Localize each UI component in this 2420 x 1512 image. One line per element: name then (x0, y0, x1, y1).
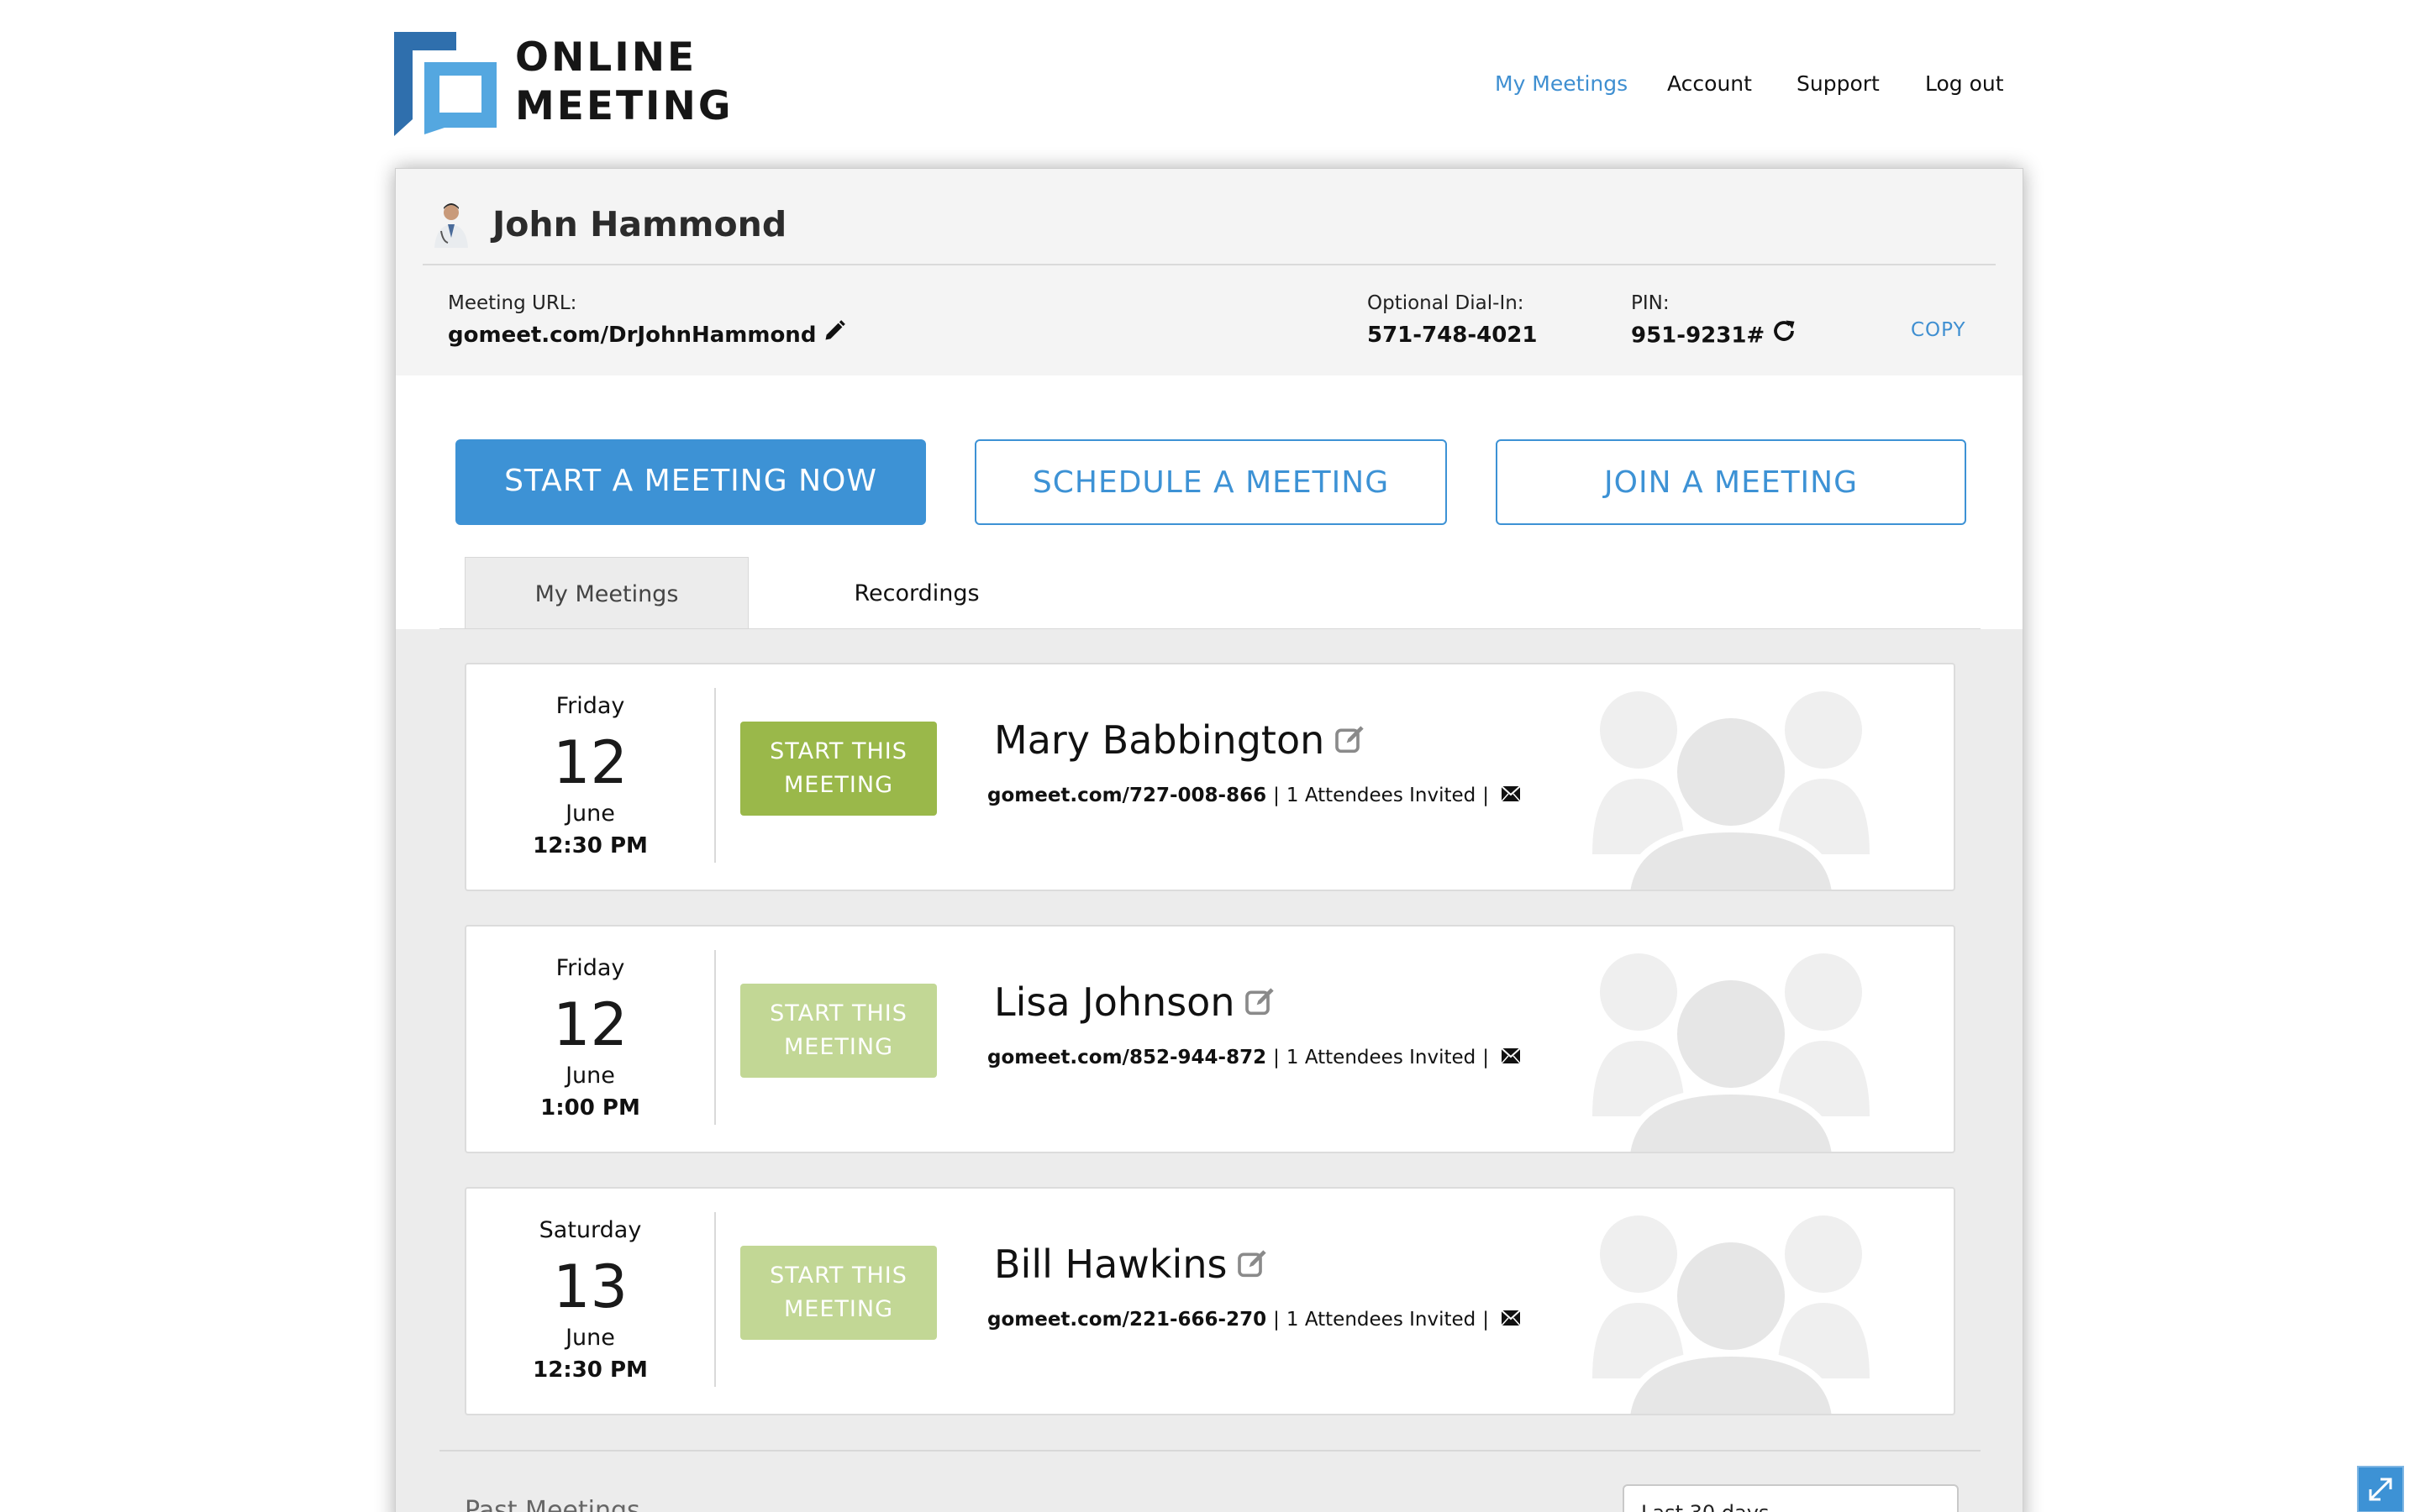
meeting-time: 12:30 PM (533, 1357, 648, 1383)
meeting-date: Saturday 13 June 12:30 PM (466, 1189, 714, 1414)
separator: | (1273, 1047, 1280, 1068)
meeting-title: Mary Babbington (994, 717, 1325, 763)
attendees-count: 1 Attendees Invited (1286, 785, 1476, 806)
pin-label: PIN: (1631, 292, 1670, 314)
past-meetings-filter-select[interactable]: Last 30 days (1623, 1484, 1959, 1512)
logo-mark-icon (394, 32, 497, 136)
meeting-card: Saturday 13 June 12:30 PM START THIS MEE… (465, 1187, 1955, 1415)
attendees-count: 1 Attendees Invited (1286, 1309, 1476, 1331)
past-meetings-title: Past Meetings (465, 1496, 640, 1512)
meeting-url[interactable]: gomeet.com/727-008-866 (987, 785, 1266, 806)
divider (714, 1212, 716, 1387)
mail-icon[interactable] (1501, 1042, 1521, 1075)
pin-field: 951-9231# (1631, 318, 1797, 354)
meeting-info: gomeet.com/221-666-270 | 1 Attendees Inv… (987, 1303, 1521, 1337)
meeting-url-value: gomeet.com/DrJohnHammond (448, 323, 817, 348)
meeting-date: Friday 12 June 12:30 PM (466, 664, 714, 890)
meeting-weekday: Saturday (539, 1217, 642, 1243)
meeting-month: June (566, 1063, 615, 1089)
divider (714, 688, 716, 863)
mail-icon[interactable] (1501, 780, 1521, 813)
start-meeting-now-button[interactable]: START A MEETING NOW (455, 439, 926, 525)
pencil-icon[interactable] (823, 319, 846, 353)
pin-value: 951-9231# (1631, 323, 1765, 349)
logo[interactable]: ONLINE MEETING (394, 32, 730, 136)
divider (714, 950, 716, 1125)
meeting-title-row: Bill Hawkins (994, 1237, 1269, 1294)
logo-line-2: MEETING (515, 83, 734, 129)
group-icon (1592, 1215, 1870, 1414)
meeting-title-row: Mary Babbington (994, 713, 1366, 770)
meeting-time: 1:00 PM (540, 1095, 640, 1121)
join-meeting-button[interactable]: JOIN A MEETING (1496, 439, 1966, 525)
past-meetings-filter-value: Last 30 days (1641, 1501, 1769, 1512)
tab-recordings[interactable]: Recordings (791, 557, 1043, 629)
meetings-list: Friday 12 June 12:30 PM START THIS MEETI… (396, 629, 2023, 1512)
nav-my-meetings[interactable]: My Meetings (1495, 67, 1628, 101)
logo-line-1: ONLINE (515, 34, 697, 81)
meeting-card: Friday 12 June 12:30 PM START THIS MEETI… (465, 663, 1955, 891)
meeting-title-row: Lisa Johnson (994, 975, 1276, 1032)
separator: | (1273, 1309, 1280, 1331)
logo-text: ONLINE MEETING (515, 34, 733, 131)
meeting-day: 12 (552, 728, 629, 797)
meeting-card: Friday 12 June 1:00 PM START THIS MEETIN… (465, 925, 1955, 1153)
schedule-meeting-button[interactable]: SCHEDULE A MEETING (975, 439, 1447, 525)
nav-log-out[interactable]: Log out (1925, 67, 2004, 101)
divider (439, 1450, 1981, 1452)
meeting-time: 12:30 PM (533, 833, 648, 858)
separator: | (1482, 1047, 1490, 1068)
meeting-month: June (566, 801, 615, 827)
refresh-icon[interactable] (1771, 318, 1797, 354)
group-icon (1592, 691, 1870, 890)
meeting-info: gomeet.com/727-008-866 | 1 Attendees Inv… (987, 779, 1521, 813)
meeting-url-field: gomeet.com/DrJohnHammond (448, 318, 846, 353)
meeting-url-label: Meeting URL: (448, 292, 577, 314)
user-name: John Hammond (492, 204, 787, 244)
mail-icon[interactable] (1501, 1304, 1521, 1337)
meeting-url[interactable]: gomeet.com/221-666-270 (987, 1309, 1266, 1331)
dial-in-label: Optional Dial-In: (1367, 292, 1524, 314)
nav-support[interactable]: Support (1797, 67, 1880, 101)
meeting-weekday: Friday (555, 693, 625, 719)
edit-icon[interactable] (1243, 979, 1276, 1032)
start-this-meeting-button[interactable]: START THIS MEETING (740, 722, 937, 816)
meeting-title: Lisa Johnson (994, 979, 1235, 1025)
separator: | (1482, 785, 1490, 806)
meeting-day: 13 (552, 1252, 629, 1321)
dial-in-value: 571-748-4021 (1367, 323, 1538, 348)
meeting-day: 12 (552, 990, 629, 1059)
attendees-count: 1 Attendees Invited (1286, 1047, 1476, 1068)
main-card: John Hammond Meeting URL: gomeet.com/DrJ… (395, 168, 2023, 1512)
divider (423, 264, 1996, 265)
nav-account[interactable]: Account (1667, 67, 1752, 101)
meeting-weekday: Friday (555, 955, 625, 981)
meeting-info: gomeet.com/852-944-872 | 1 Attendees Inv… (987, 1041, 1521, 1075)
group-icon (1592, 953, 1870, 1152)
profile-header: John Hammond Meeting URL: gomeet.com/DrJ… (396, 169, 2023, 375)
expand-icon[interactable] (2357, 1466, 2404, 1512)
separator: | (1273, 785, 1280, 806)
meeting-date: Friday 12 June 1:00 PM (466, 927, 714, 1152)
meeting-title: Bill Hawkins (994, 1242, 1228, 1287)
avatar[interactable] (429, 201, 473, 248)
edit-icon[interactable] (1235, 1241, 1269, 1294)
meeting-month: June (566, 1325, 615, 1351)
copy-link[interactable]: COPY (1911, 313, 1966, 347)
meeting-url[interactable]: gomeet.com/852-944-872 (987, 1047, 1266, 1068)
start-this-meeting-button[interactable]: START THIS MEETING (740, 1246, 937, 1340)
edit-icon[interactable] (1333, 717, 1366, 770)
tab-my-meetings[interactable]: My Meetings (465, 557, 749, 629)
separator: | (1482, 1309, 1490, 1331)
start-this-meeting-button[interactable]: START THIS MEETING (740, 984, 937, 1078)
